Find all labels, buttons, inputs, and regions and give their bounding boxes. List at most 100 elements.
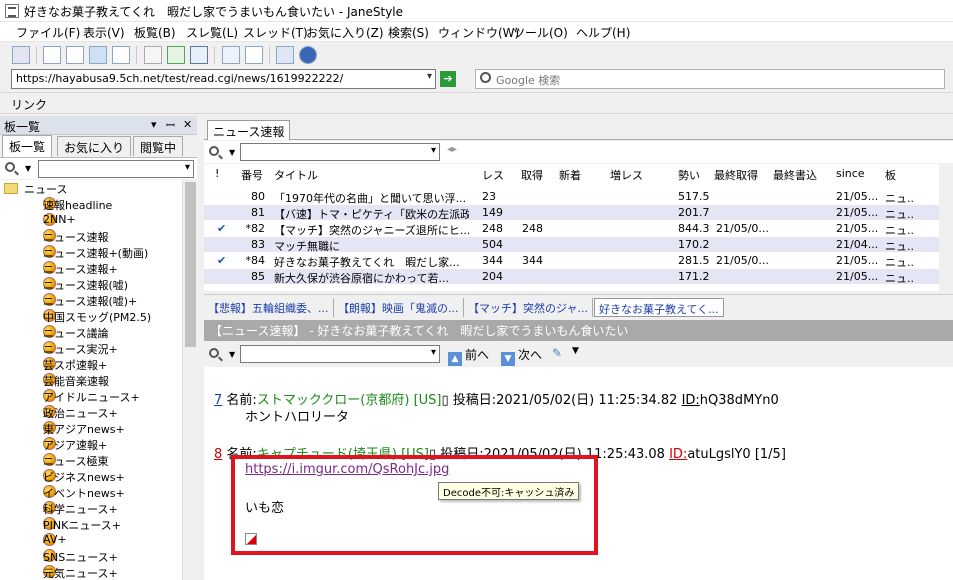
- menu-bar: ファイル(F) 表示(V) 板覧(B) スレ覧(L) スレッド(T) お気に入り…: [0, 22, 953, 42]
- write-icon[interactable]: [144, 46, 162, 64]
- chevron-down-icon[interactable]: ▾: [427, 71, 432, 82]
- thread-tab[interactable]: 【悲報】五輪組織委、...: [204, 298, 334, 317]
- pin-icon[interactable]: ꟷ: [166, 118, 175, 133]
- menu-tools[interactable]: ツール(O): [513, 24, 568, 41]
- board-label: ニュース極東: [43, 455, 109, 468]
- cell-board: ニュ...: [885, 224, 915, 237]
- poster-id: hQ38dMYn0: [699, 393, 779, 408]
- search-board-icon[interactable]: [222, 46, 240, 64]
- thread-filter-input[interactable]: ▾: [240, 143, 440, 161]
- settings-icon[interactable]: [276, 46, 294, 64]
- board-tree-scrollbar[interactable]: [182, 180, 197, 580]
- pane4-icon[interactable]: [112, 46, 130, 64]
- cell-power: 201.7: [678, 206, 710, 219]
- chevron-down-icon[interactable]: ▾: [431, 145, 436, 156]
- thread-row[interactable]: ✔ *82 【マッチ】突然のジャニーズ退所にヒ... 248 248 844.3 21/05…: [204, 221, 939, 237]
- col-since[interactable]: since: [836, 167, 865, 180]
- close-icon[interactable]: ✕: [183, 118, 192, 131]
- menu-board-list[interactable]: 板覧(B): [134, 24, 176, 41]
- links-label: リンク: [11, 98, 48, 112]
- search-icon[interactable]: [5, 162, 15, 172]
- board-label: ニュース議論: [43, 327, 109, 340]
- pane1-icon[interactable]: [43, 46, 61, 64]
- cell-res: 23: [482, 190, 496, 203]
- chevron-down-icon[interactable]: ▼: [25, 164, 31, 173]
- thread-tab[interactable]: 【朗報】映画「鬼滅の...: [334, 298, 464, 317]
- col-mark[interactable]: !: [215, 167, 219, 180]
- cell-res: 504: [482, 238, 503, 251]
- board-tabs: ニュース速報: [204, 116, 953, 140]
- chevron-down-icon[interactable]: ▾: [431, 347, 436, 358]
- thread-row[interactable]: ✔ *84 好きなお菓子教えてくれ 暇だし家... 344 344 281.5 21/05/…: [204, 253, 939, 269]
- board-list-title: 板一覧: [4, 120, 41, 134]
- col-inc[interactable]: 増レス: [610, 167, 643, 183]
- col-power[interactable]: 勢い: [678, 167, 700, 183]
- chevron-down-icon[interactable]: ▼: [229, 148, 235, 157]
- thread-row[interactable]: 81 【バ速】トマ・ピケティ「欧米の左派政... 149 201.7 21/05... ニ…: [204, 205, 939, 221]
- next-button[interactable]: ▼ 次へ: [501, 346, 542, 366]
- col-board[interactable]: 板: [885, 167, 896, 183]
- thread-row[interactable]: 85 新大久保が渋谷原宿にかわって若... 204 171.2 21/05... ニュ..…: [204, 269, 939, 285]
- board-label: 政治ニュース+: [43, 407, 118, 420]
- highlight-pen-icon[interactable]: ✎: [552, 346, 562, 360]
- thread-search-input[interactable]: ▾: [240, 345, 440, 363]
- board-icon[interactable]: [12, 46, 30, 64]
- search-icon[interactable]: [245, 46, 263, 64]
- board-label: ビジネスnews+: [43, 471, 125, 484]
- go-arrow-icon[interactable]: ➔: [440, 71, 456, 87]
- menu-file[interactable]: ファイル(F): [16, 24, 80, 41]
- cell-res: 204: [482, 270, 503, 283]
- thread-tab-active[interactable]: 好きなお菓子教えてく...: [594, 298, 724, 317]
- chevron-down-icon[interactable]: ▼: [229, 350, 235, 359]
- chevron-down-icon[interactable]: ▾: [185, 162, 190, 173]
- menu-help[interactable]: ヘルプ(H): [576, 24, 630, 41]
- folder-icon: [4, 183, 18, 194]
- menu-favorites[interactable]: お気に入り(Z): [306, 24, 384, 41]
- scrollbar-thumb[interactable]: [185, 182, 196, 347]
- search-icon[interactable]: [209, 146, 219, 156]
- board-label: ニュース速報: [43, 231, 109, 244]
- pane2-icon[interactable]: [66, 46, 84, 64]
- pane3-icon[interactable]: [89, 46, 107, 64]
- menu-view[interactable]: 表示(V): [83, 24, 125, 41]
- url-input[interactable]: https://hayabusa9.5ch.net/test/read.cgi/…: [11, 69, 436, 89]
- tab-browsing[interactable]: 閲覧中: [133, 136, 184, 156]
- post-body: ホントハロリータ: [245, 410, 350, 425]
- refresh-all-icon[interactable]: [190, 46, 208, 64]
- tab-favorites[interactable]: お気に入り: [57, 136, 132, 156]
- search-icon[interactable]: [209, 348, 219, 358]
- col-number[interactable]: 番号: [241, 167, 263, 183]
- thread-list-scrollbar[interactable]: [939, 164, 953, 291]
- thread-row[interactable]: 80 「1970年代の名曲」と聞いて思い浮... 23 517.5 21/05... ニュ…: [204, 189, 939, 205]
- chevron-down-icon[interactable]: ▼: [572, 346, 579, 356]
- col-last-get[interactable]: 最終取得: [714, 167, 758, 183]
- post-number[interactable]: 7: [214, 393, 222, 408]
- refresh-icon[interactable]: [167, 46, 185, 64]
- image-link[interactable]: https://i.imgur.com/QsRohJc.jpg: [245, 462, 449, 477]
- help-icon[interactable]: [299, 46, 317, 64]
- thread-title-bar: 【ニュース速報】 - 好きなお菓子教えてくれ 暇だし家でうまいもん食いたい: [204, 320, 953, 341]
- menu-search[interactable]: 検索(S): [388, 24, 429, 41]
- menu-window[interactable]: ウィンドウ(W): [438, 24, 519, 41]
- col-res[interactable]: レス: [482, 167, 504, 183]
- board-filter-input[interactable]: ▾: [38, 160, 194, 178]
- menu-thread-list[interactable]: スレ覧(L): [186, 24, 238, 41]
- col-got[interactable]: 取得: [521, 167, 543, 183]
- tab-news-board[interactable]: ニュース速報: [207, 120, 291, 140]
- thread-tab[interactable]: 【マッチ】突然のジャ...: [464, 298, 593, 317]
- post-number[interactable]: 8: [214, 447, 222, 462]
- id-label[interactable]: ID:: [669, 447, 687, 462]
- thread-row[interactable]: 83 マッチ無職に 504 170.2 21/04... ニュ...: [204, 237, 939, 253]
- broken-image-icon[interactable]: [245, 533, 257, 545]
- google-search-input[interactable]: Google 検索: [475, 69, 945, 89]
- col-title[interactable]: タイトル: [274, 167, 318, 183]
- thread-list: ! 番号 タイトル レス 取得 新着 増レス 勢い 最終取得 最終書込 sinc…: [204, 164, 953, 291]
- id-label[interactable]: ID:: [682, 393, 700, 408]
- filter-nav-icon[interactable]: ◂▸: [447, 144, 457, 155]
- pane-menu-icon[interactable]: ▾: [151, 118, 157, 131]
- prev-button[interactable]: ▲ 前へ: [448, 346, 489, 366]
- tab-board-list[interactable]: 板一覧: [2, 135, 53, 157]
- menu-thread[interactable]: スレッド(T): [243, 24, 308, 41]
- col-last-write[interactable]: 最終書込: [773, 167, 817, 183]
- col-new[interactable]: 新着: [559, 167, 581, 183]
